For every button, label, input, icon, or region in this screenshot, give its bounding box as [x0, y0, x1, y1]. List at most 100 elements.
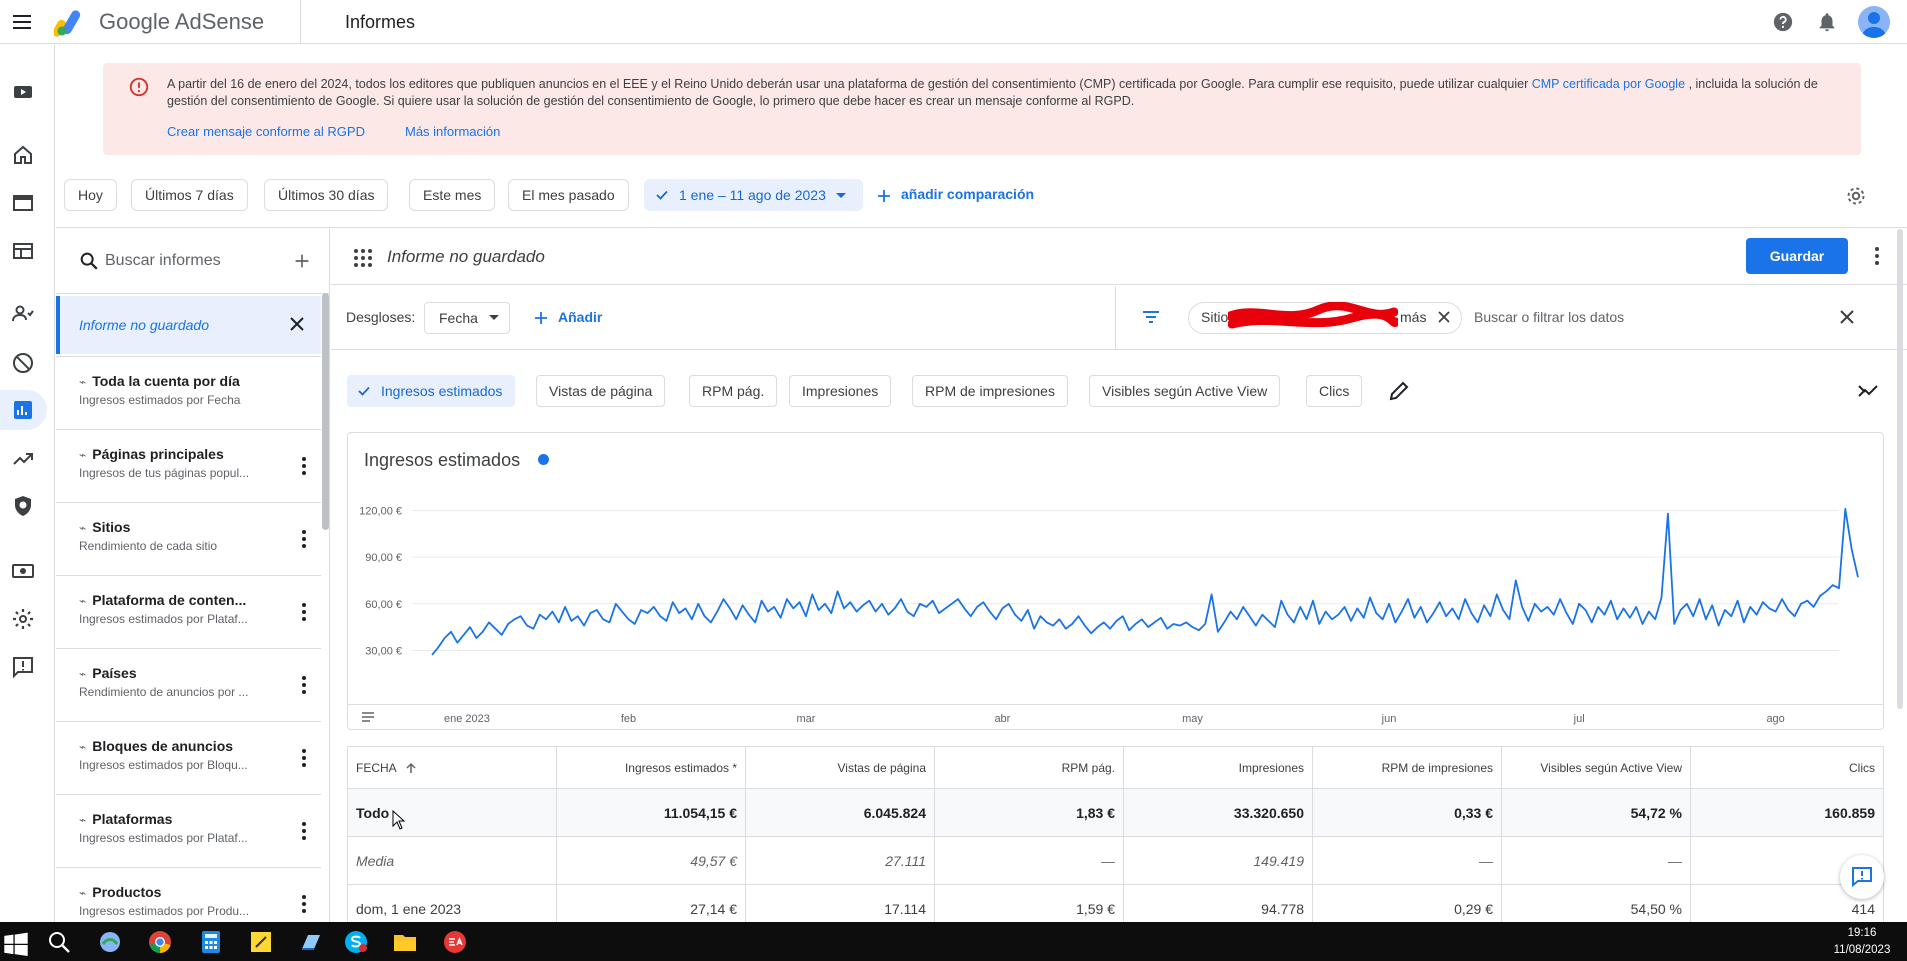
- app-icon[interactable]: [97, 929, 123, 955]
- feedback-icon[interactable]: [11, 655, 35, 679]
- table-cell: Todo: [348, 789, 557, 836]
- sidebar-scrollbar[interactable]: [322, 293, 329, 530]
- metric-chip-estimated-earnings[interactable]: Ingresos estimados: [347, 375, 516, 407]
- report-title-text: Productos: [92, 884, 162, 900]
- video-icon[interactable]: [11, 80, 35, 104]
- report-item[interactable]: ⌁ Bloques de anuncios Ingresos estimados …: [56, 721, 321, 794]
- report-item[interactable]: ⌁ Páginas principales Ingresos de tus pág…: [56, 429, 321, 502]
- date-chip-last-month[interactable]: El mes pasado: [508, 179, 629, 211]
- chrome-icon[interactable]: [147, 929, 173, 955]
- windows-start-icon[interactable]: [3, 932, 29, 958]
- avatar[interactable]: [1858, 6, 1890, 38]
- report-item[interactable]: ⌁ Plataformas Ingresos estimados por Plat…: [56, 794, 321, 867]
- add-breakdown-button[interactable]: Añadir: [558, 309, 602, 325]
- metric-chip-active-view[interactable]: Visibles según Active View: [1089, 375, 1281, 407]
- table-cell: 49,57 €: [557, 837, 746, 884]
- column-header-impression-rpm[interactable]: RPM de impresiones: [1313, 747, 1502, 789]
- date-range-label: 1 ene – 11 ago de 2023: [679, 187, 826, 203]
- folder-icon[interactable]: [392, 929, 418, 955]
- filter-search-input[interactable]: Buscar o filtrar los datos: [1474, 309, 1624, 325]
- metric-chip-impression-rpm[interactable]: RPM de impresiones: [912, 375, 1068, 407]
- legend-list-icon[interactable]: [360, 709, 376, 725]
- column-header-earnings[interactable]: Ingresos estimados *: [557, 747, 746, 789]
- report-item[interactable]: ⌁ Toda la cuenta por día Ingresos estimad…: [56, 356, 321, 429]
- taskbar-clock[interactable]: 19:16 11/08/2023: [1820, 925, 1904, 959]
- search-icon[interactable]: [46, 929, 72, 955]
- report-item[interactable]: ⌁ Países Rendimiento de anuncios por ...: [56, 648, 321, 721]
- close-icon[interactable]: [1836, 306, 1858, 328]
- edit-metrics-icon[interactable]: [1388, 380, 1410, 402]
- save-button[interactable]: Guardar: [1746, 238, 1848, 274]
- more-vert-icon[interactable]: [292, 673, 316, 697]
- search-reports-input[interactable]: Buscar informes: [105, 252, 221, 270]
- metric-chip-impressions[interactable]: Impresiones: [789, 375, 892, 407]
- column-header-impressions[interactable]: Impresiones: [1124, 747, 1313, 789]
- date-chip-last-30-days[interactable]: Últimos 30 días: [264, 179, 389, 211]
- calculator-icon[interactable]: [198, 929, 224, 955]
- apps-grid-icon[interactable]: [352, 247, 374, 269]
- help-icon[interactable]: [1772, 11, 1794, 33]
- filter-icon[interactable]: [1140, 306, 1162, 328]
- more-vert-icon[interactable]: [292, 892, 316, 916]
- report-item-subtitle: Ingresos estimados por Plataf...: [79, 612, 248, 626]
- metric-chip-page-views[interactable]: Vistas de página: [536, 375, 666, 407]
- blocking-controls-icon[interactable]: [11, 351, 35, 375]
- report-item[interactable]: ⌁ Plataforma de conten... Ingresos estima…: [56, 575, 321, 648]
- optimization-icon[interactable]: [11, 447, 35, 471]
- check-icon: [656, 190, 668, 200]
- windows-taskbar: [0, 922, 1907, 961]
- report-item-title: ⌁ Bloques de anuncios: [79, 738, 257, 754]
- report-item-subtitle: Ingresos estimados por Fecha: [79, 393, 241, 407]
- sticky-notes-icon[interactable]: [248, 929, 274, 955]
- notifications-icon[interactable]: [1816, 11, 1838, 33]
- home-icon[interactable]: [11, 143, 35, 167]
- active-report-label: Informe no guardado: [79, 317, 209, 333]
- menu-icon[interactable]: [10, 10, 34, 34]
- privacy-messaging-icon[interactable]: [11, 302, 35, 326]
- settings-icon[interactable]: [11, 607, 35, 631]
- more-vert-icon[interactable]: [292, 600, 316, 624]
- payments-icon[interactable]: [11, 559, 35, 583]
- filter-chip-prefix: Sitio: [1201, 309, 1229, 325]
- date-chip-this-month[interactable]: Este mes: [409, 179, 496, 211]
- column-header-active-view[interactable]: Visibles según Active View: [1502, 747, 1691, 789]
- report-item[interactable]: ⌁ Sitios Rendimiento de cada sitio: [56, 502, 321, 575]
- report-item-subtitle: Ingresos estimados por Bloqu...: [79, 758, 248, 772]
- column-header-clicks[interactable]: Clics: [1691, 747, 1883, 789]
- report-title[interactable]: Informe no guardado: [387, 247, 545, 267]
- metric-chip-clicks[interactable]: Clics: [1306, 375, 1363, 407]
- sites-icon[interactable]: [11, 191, 35, 215]
- app-icon[interactable]: [298, 929, 324, 955]
- metric-chip-page-rpm[interactable]: RPM pág.: [689, 375, 778, 407]
- column-header-page-views[interactable]: Vistas de página: [746, 747, 935, 789]
- chart-type-icon[interactable]: [1857, 380, 1881, 402]
- more-vert-icon[interactable]: [292, 454, 316, 478]
- more-vert-icon[interactable]: [292, 527, 316, 551]
- left-rail: [0, 45, 55, 923]
- date-chip-last-7-days[interactable]: Últimos 7 días: [131, 179, 248, 211]
- cmp-link[interactable]: CMP certificada por Google: [1532, 77, 1685, 91]
- column-header-date[interactable]: FECHA: [348, 747, 557, 789]
- ads-icon[interactable]: [11, 239, 35, 263]
- date-chip-today[interactable]: Hoy: [64, 179, 117, 211]
- date-range-selector[interactable]: 1 ene – 11 ago de 2023: [644, 179, 863, 211]
- reports-icon[interactable]: [11, 398, 35, 422]
- add-report-icon[interactable]: [291, 250, 313, 272]
- feedback-chat-button[interactable]: [1840, 855, 1884, 899]
- column-header-page-rpm[interactable]: RPM pág.: [935, 747, 1124, 789]
- main-scrollbar[interactable]: [1897, 229, 1903, 709]
- more-vert-icon[interactable]: [292, 746, 316, 770]
- remove-filter-icon[interactable]: [1436, 309, 1452, 325]
- add-comparison-button[interactable]: añadir comparación: [901, 186, 1034, 202]
- table-cell: 33.320.650: [1124, 789, 1313, 836]
- earnings-line-chart[interactable]: 120,00 €90,00 €60,00 €30,00 €ene 2023 feb…: [347, 490, 1884, 730]
- brand-safety-icon[interactable]: [11, 494, 35, 518]
- ea-app-icon[interactable]: [442, 929, 468, 955]
- more-vert-icon[interactable]: [1865, 244, 1889, 268]
- skype-icon[interactable]: [343, 929, 369, 955]
- more-vert-icon[interactable]: [292, 819, 316, 843]
- report-settings-icon[interactable]: [1844, 184, 1868, 208]
- create-gdpr-message-link[interactable]: Crear mensaje conforme al RGPD: [167, 124, 365, 139]
- more-info-link[interactable]: Más información: [405, 124, 500, 139]
- close-icon[interactable]: [288, 315, 306, 333]
